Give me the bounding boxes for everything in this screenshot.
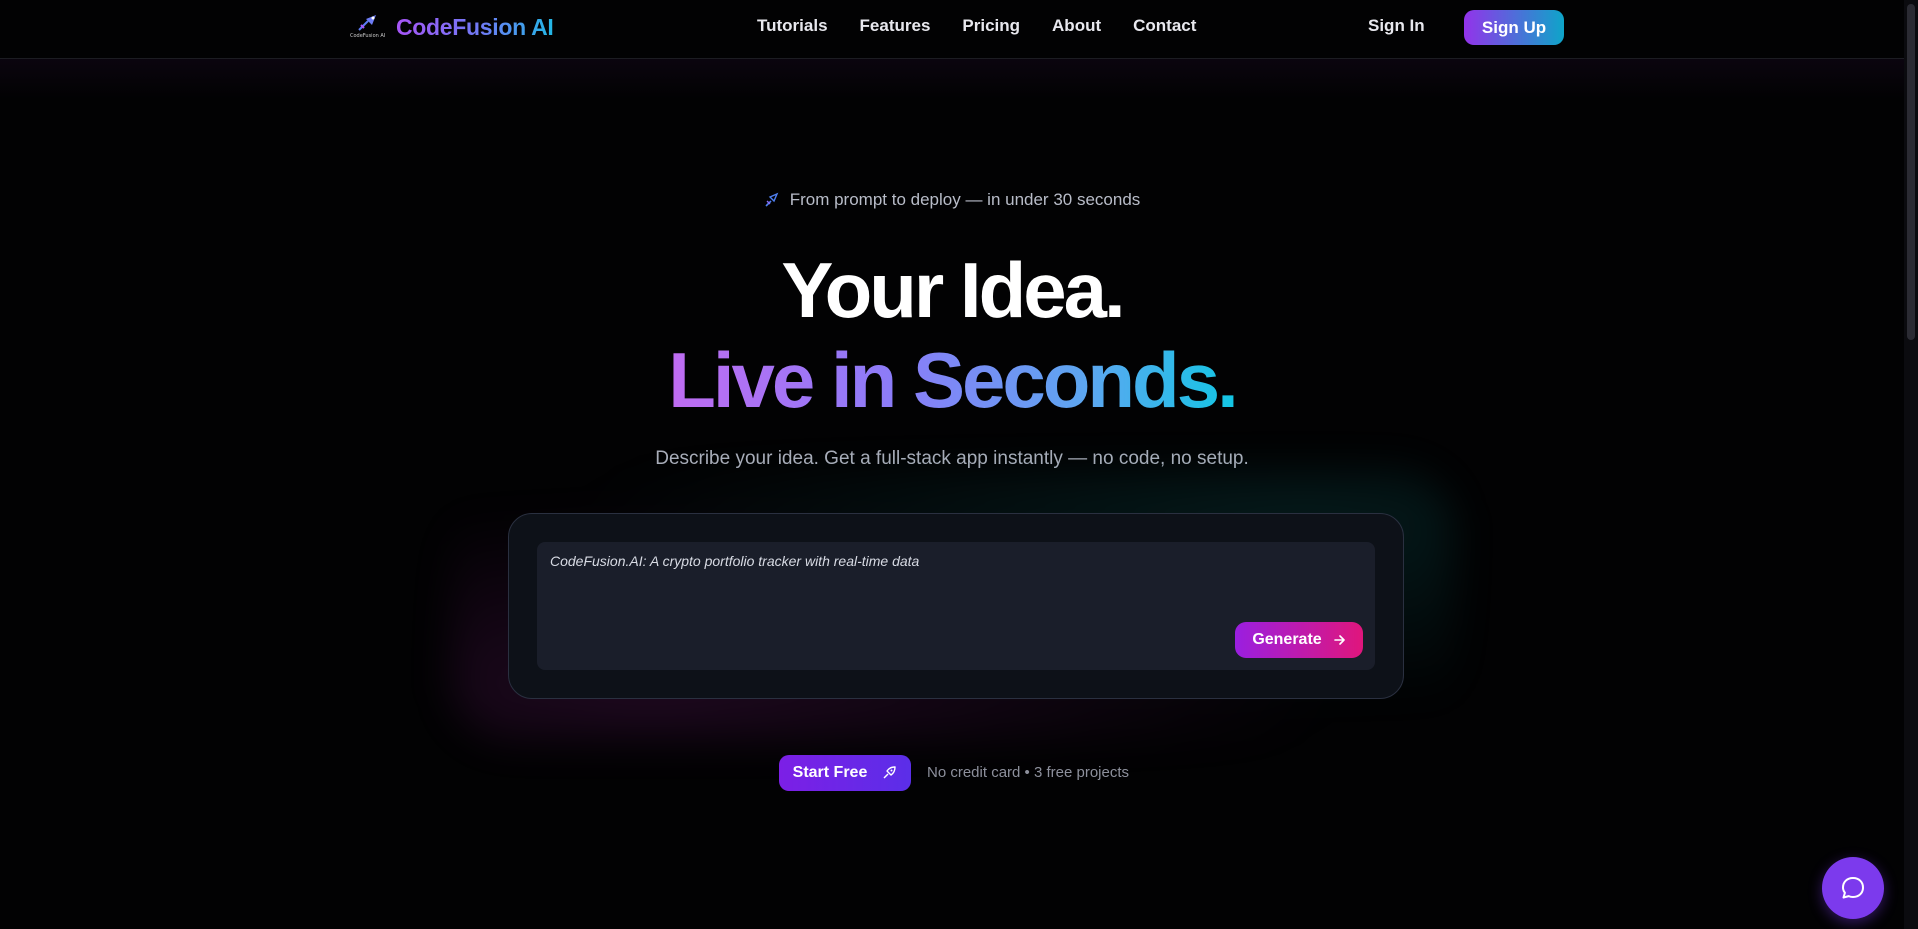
sign-in-link[interactable]: Sign In xyxy=(1368,16,1425,36)
tagline-text: From prompt to deploy — in under 30 seco… xyxy=(789,190,1141,209)
rocket-icon xyxy=(883,766,897,779)
nav-link-pricing[interactable]: Pricing xyxy=(962,16,1020,36)
page-scrollbar[interactable] xyxy=(1904,0,1918,929)
chat-bubble-icon xyxy=(1842,877,1864,899)
logo-caption: CodeFusion AI xyxy=(350,33,386,39)
nav-link-tutorials[interactable]: Tutorials xyxy=(757,16,828,36)
hero-heading-line2: Live in Seconds. xyxy=(0,335,1904,425)
hero-subtitle: Describe your idea. Get a full-stack app… xyxy=(655,448,1249,469)
header-glow xyxy=(0,59,1904,99)
logo-mark: CodeFusion AI xyxy=(350,12,386,42)
brand-name: CodeFusion AI xyxy=(396,13,554,40)
brand-logo[interactable]: CodeFusion AI CodeFusion AI xyxy=(350,12,554,42)
prompt-card: Generate xyxy=(508,513,1404,699)
rocket-logo-icon xyxy=(358,15,376,31)
nav-link-features[interactable]: Features xyxy=(860,16,931,36)
arrow-right-icon xyxy=(1333,635,1345,645)
generate-label: Generate xyxy=(1252,631,1322,648)
prompt-input[interactable] xyxy=(550,553,1250,569)
rocket-icon xyxy=(765,192,779,207)
chat-widget-button[interactable] xyxy=(1822,857,1884,919)
nav-link-contact[interactable]: Contact xyxy=(1133,16,1196,36)
nav-link-about[interactable]: About xyxy=(1052,16,1101,36)
scrollbar-thumb[interactable] xyxy=(1907,4,1915,340)
cta-note: No credit card • 3 free projects xyxy=(927,764,1130,781)
hero-heading-line1: Your Idea. xyxy=(781,246,1125,334)
start-free-button[interactable]: Start Free xyxy=(779,755,911,791)
top-navbar: CodeFusion AI CodeFusion AI Tutorials Fe… xyxy=(0,0,1918,59)
primary-nav: Tutorials Features Pricing About Contact xyxy=(757,16,1196,36)
prompt-textarea-box[interactable]: Generate xyxy=(537,542,1375,670)
start-free-label: Start Free xyxy=(792,764,868,781)
hero-tagline: From prompt to deploy — in under 30 seco… xyxy=(0,190,1904,210)
hero-heading-gradient-text: Live in Seconds. xyxy=(668,336,1239,424)
generate-button[interactable]: Generate xyxy=(1235,622,1363,658)
sign-up-button[interactable]: Sign Up xyxy=(1464,10,1564,45)
